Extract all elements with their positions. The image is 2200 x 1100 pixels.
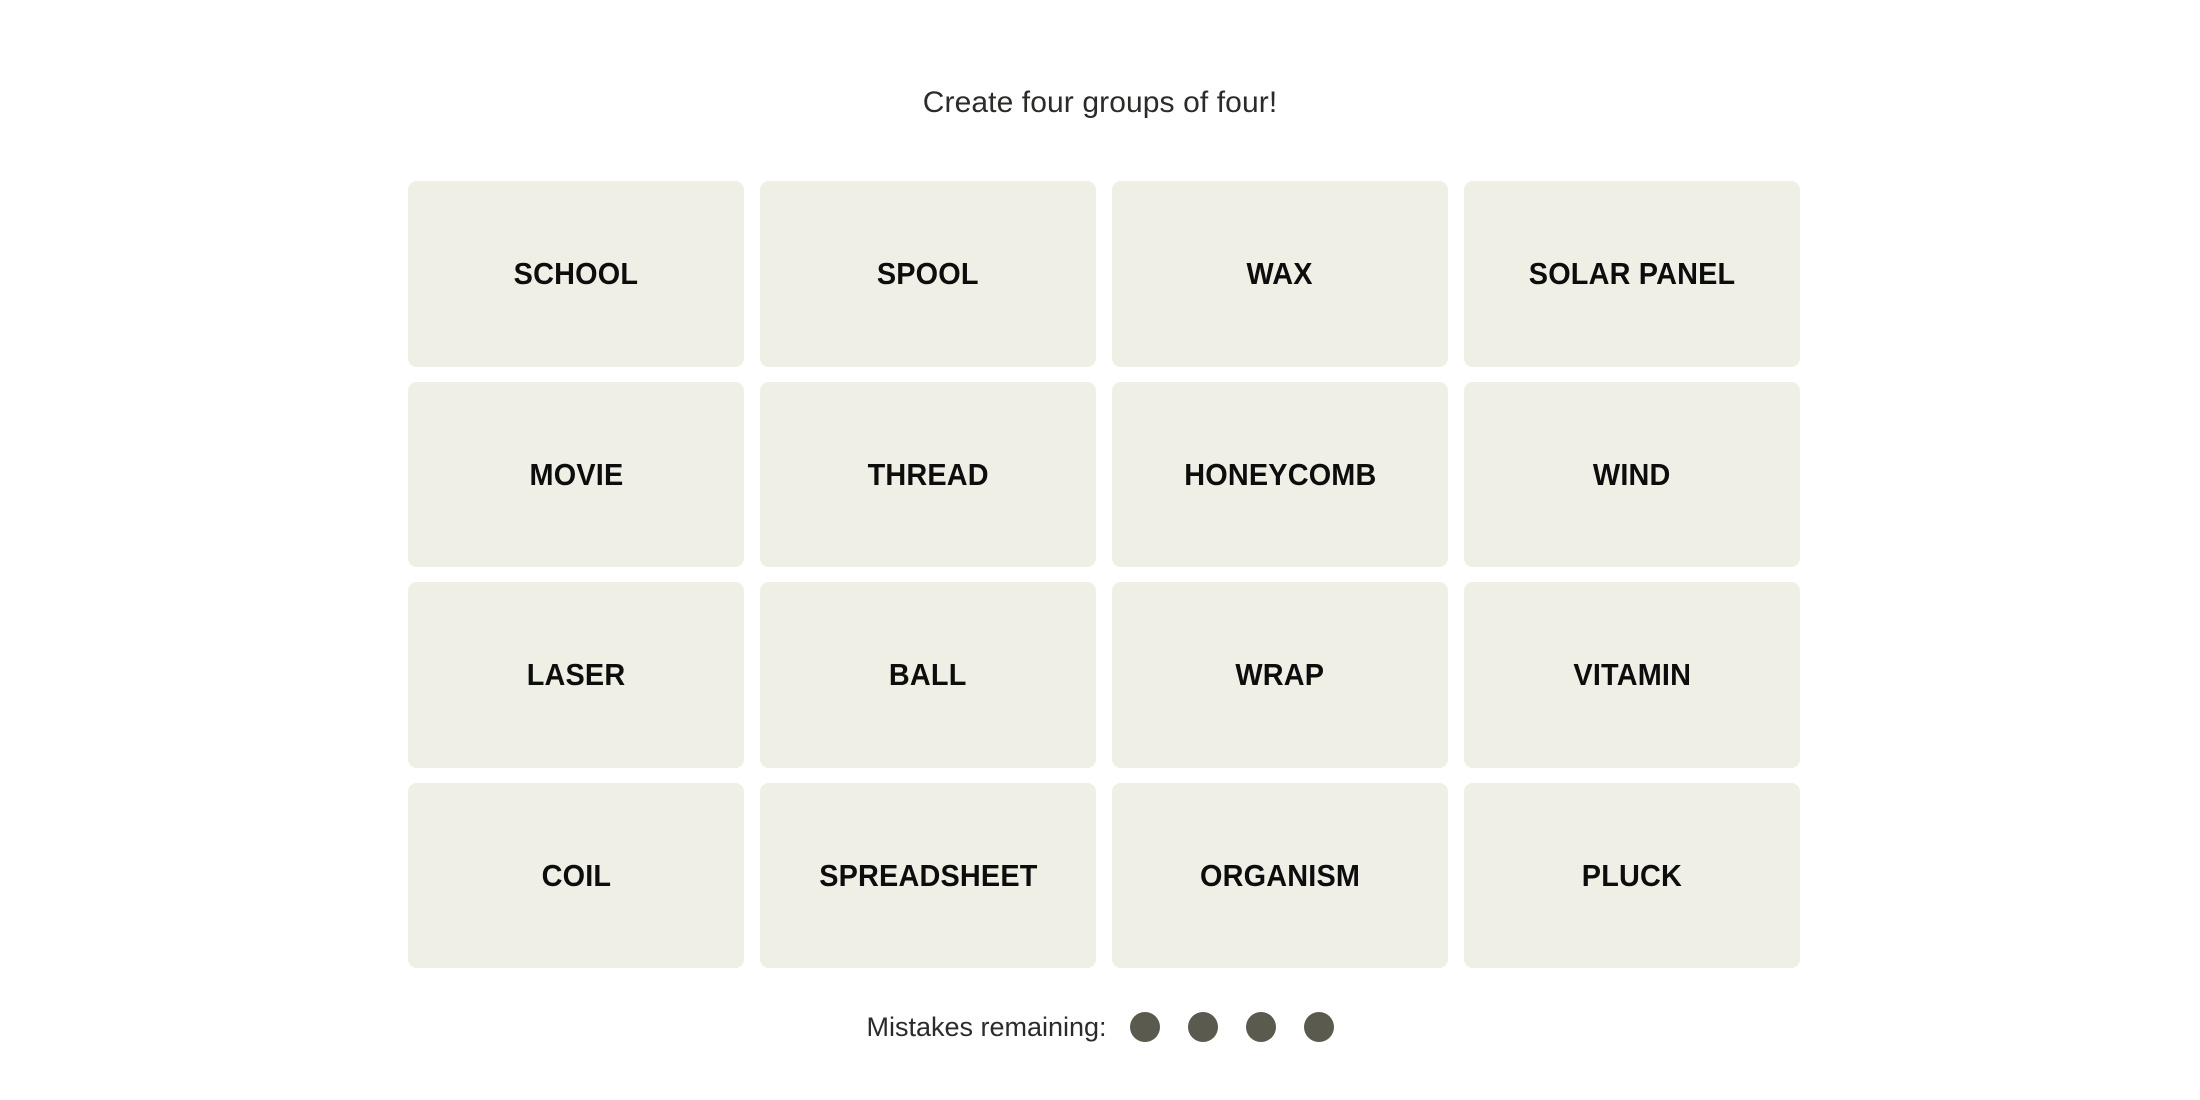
mistakes-remaining-bar: Mistakes remaining: bbox=[0, 1012, 2200, 1042]
word-tile-wind[interactable]: WIND bbox=[1464, 381, 1800, 567]
word-tile-ball[interactable]: BALL bbox=[760, 582, 1096, 768]
word-tile-wax[interactable]: WAX bbox=[1112, 181, 1448, 367]
word-tile-laser[interactable]: LASER bbox=[408, 582, 744, 768]
word-tile-label: MOVIE bbox=[529, 456, 623, 492]
word-grid: SCHOOL SPOOL WAX SOLAR PANEL MOVIE THREA… bbox=[408, 181, 1800, 968]
word-tile-movie[interactable]: MOVIE bbox=[408, 381, 744, 567]
game-instruction-header: Create four groups of four! bbox=[0, 88, 2200, 118]
mistake-dot-icon bbox=[1187, 1012, 1218, 1042]
mistake-dot-icon bbox=[1245, 1012, 1276, 1042]
word-tile-label: COIL bbox=[541, 857, 611, 893]
word-tile-spool[interactable]: SPOOL bbox=[760, 181, 1096, 367]
word-tile-label: WRAP bbox=[1235, 657, 1325, 693]
word-tile-label: WIND bbox=[1593, 456, 1671, 492]
word-tile-vitamin[interactable]: VITAMIN bbox=[1464, 582, 1800, 768]
game-instruction-text: Create four groups of four! bbox=[922, 86, 1278, 119]
mistake-dot-icon bbox=[1129, 1012, 1160, 1042]
word-tile-label: ORGANISM bbox=[1199, 857, 1361, 893]
word-tile-spreadsheet[interactable]: SPREADSHEET bbox=[760, 782, 1096, 968]
mistakes-dot-group bbox=[1129, 1012, 1334, 1042]
word-tile-pluck[interactable]: PLUCK bbox=[1464, 782, 1800, 968]
word-tile-solar-panel[interactable]: SOLAR PANEL bbox=[1464, 181, 1800, 367]
word-tile-label: SCHOOL bbox=[513, 256, 639, 292]
connections-game-page: Create four groups of four! SCHOOL SPOOL… bbox=[0, 0, 2200, 1100]
word-tile-label: VITAMIN bbox=[1573, 657, 1691, 693]
mistake-dot-icon bbox=[1303, 1012, 1334, 1042]
word-tile-honeycomb[interactable]: HONEYCOMB bbox=[1112, 381, 1448, 567]
word-tile-school[interactable]: SCHOOL bbox=[408, 181, 744, 367]
word-tile-wrap[interactable]: WRAP bbox=[1112, 582, 1448, 768]
word-tile-label: BALL bbox=[889, 657, 967, 693]
word-tile-label: THREAD bbox=[867, 456, 989, 492]
word-tile-organism[interactable]: ORGANISM bbox=[1112, 782, 1448, 968]
word-tile-label: HONEYCOMB bbox=[1183, 456, 1377, 492]
word-tile-label: LASER bbox=[526, 657, 626, 693]
word-tile-label: SPREADSHEET bbox=[818, 857, 1038, 893]
word-tile-coil[interactable]: COIL bbox=[408, 782, 744, 968]
word-tile-label: SOLAR PANEL bbox=[1528, 256, 1736, 292]
word-tile-label: SPOOL bbox=[877, 256, 979, 292]
word-tile-label: WAX bbox=[1246, 256, 1314, 292]
word-tile-label: PLUCK bbox=[1581, 857, 1683, 893]
mistakes-remaining-label: Mistakes remaining: bbox=[866, 1011, 1107, 1042]
word-tile-thread[interactable]: THREAD bbox=[760, 381, 1096, 567]
